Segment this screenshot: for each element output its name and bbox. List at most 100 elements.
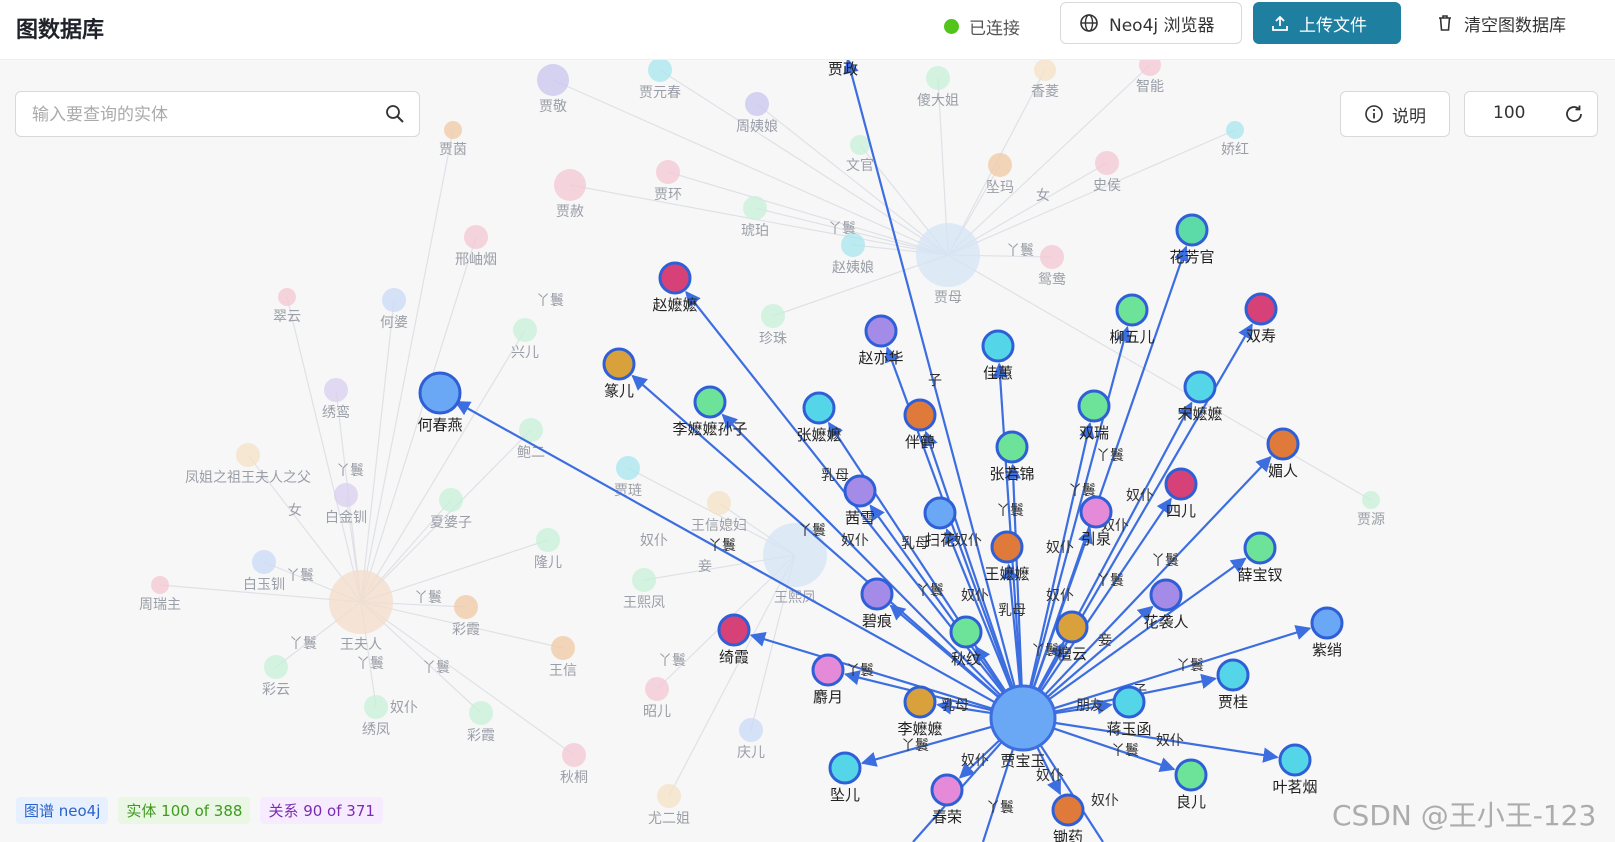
entity-node[interactable] bbox=[1266, 427, 1300, 461]
entity-node[interactable] bbox=[990, 530, 1024, 564]
faded-node-label: 贾元春 bbox=[639, 85, 681, 101]
entity-label: 花芳官 bbox=[1169, 248, 1214, 266]
entity-node[interactable] bbox=[1175, 213, 1209, 247]
faded-node bbox=[364, 695, 388, 719]
entity-label: 张嬷嬷 bbox=[796, 426, 841, 444]
entity-node[interactable] bbox=[903, 685, 937, 719]
entity-node[interactable] bbox=[949, 615, 983, 649]
relation-label: 奴仆 bbox=[961, 752, 989, 769]
entity-node[interactable] bbox=[843, 474, 877, 508]
entity-node[interactable] bbox=[1051, 793, 1085, 827]
entity-label: 伴鹤 bbox=[905, 433, 935, 451]
entity-search-box[interactable] bbox=[15, 91, 420, 137]
faded-node-label: 赵姨娘 bbox=[832, 260, 874, 276]
faded-edge bbox=[360, 129, 454, 603]
faded-graph-layer: 贾敬 贾元春周姨娘贾茵贾环贾赦 文官 傻大姐 香菱 智能娇红史侯 坠玛琥珀赵姨娘贾母 鸳鸯 邢岫… bbox=[139, 60, 1385, 827]
graph-svg[interactable]: 贾敬 贾元春周姨娘贾茵贾环贾赦 文官 傻大姐 香菱 智能娇红史侯 坠玛琥珀赵姨娘贾母 鸳鸯 邢岫… bbox=[0, 60, 1615, 842]
entity-node[interactable] bbox=[693, 385, 727, 419]
entity-node[interactable] bbox=[1310, 606, 1344, 640]
entity-count-badge: 实体 100 of 388 bbox=[118, 797, 251, 824]
entity-label: 叶茗烟 bbox=[1272, 778, 1317, 796]
neo4j-browser-button[interactable]: Neo4j 浏览器 bbox=[1060, 2, 1242, 44]
faded-edge-label: 女 bbox=[288, 502, 302, 519]
entity-node[interactable] bbox=[658, 261, 692, 295]
relation-label: 乳母 bbox=[941, 698, 969, 714]
faded-node-label: 贾茵 bbox=[439, 142, 467, 158]
entity-node[interactable] bbox=[1115, 293, 1149, 327]
entity-node[interactable] bbox=[802, 391, 836, 425]
entity-node[interactable] bbox=[1077, 389, 1111, 423]
relation-label: 奴仆 bbox=[1156, 732, 1184, 749]
help-button[interactable]: 说明 bbox=[1340, 91, 1450, 137]
faded-node-label: 史侯 bbox=[1093, 178, 1121, 194]
faded-node-label: 周姨娘 bbox=[736, 119, 778, 135]
node-limit-value[interactable]: 100 bbox=[1493, 103, 1525, 123]
entity-node[interactable] bbox=[602, 347, 636, 381]
status-dot-icon bbox=[944, 19, 959, 34]
hub-node[interactable] bbox=[989, 684, 1057, 752]
entity-label: 坠儿 bbox=[830, 786, 860, 804]
faded-node-label: 鲍二 bbox=[517, 445, 545, 461]
entity-node[interactable] bbox=[864, 314, 898, 348]
faded-node bbox=[464, 225, 488, 249]
entity-node[interactable] bbox=[981, 329, 1015, 363]
entity-node[interactable] bbox=[418, 371, 462, 415]
entity-node[interactable] bbox=[1149, 578, 1183, 612]
entity-node[interactable] bbox=[1278, 743, 1312, 777]
faded-node bbox=[1095, 151, 1119, 175]
search-input[interactable] bbox=[30, 101, 364, 129]
relation-label: 丫鬟 bbox=[916, 583, 944, 599]
graph-canvas[interactable]: 贾敬 贾元春 周姨娘 贾茵 贾环 贾赦 文官 傻大姐 香菱 智能 娇红 史侯 坠玛 琥珀 赵姨娘 贾母 鸳鸯 邢岫… bbox=[0, 60, 1615, 842]
relation-label: 子 bbox=[928, 373, 942, 389]
entity-node[interactable] bbox=[1112, 685, 1146, 719]
app-header: 图数据库 已连接 Neo4j 浏览器 上传文件 清空图数据库 bbox=[0, 0, 1615, 60]
entity-node[interactable] bbox=[1055, 610, 1089, 644]
entity-node[interactable] bbox=[1216, 658, 1250, 692]
entity-node[interactable] bbox=[923, 496, 957, 530]
faded-node-label: 何婆 bbox=[380, 315, 408, 331]
entity-label: 扫花 bbox=[925, 531, 955, 549]
faded-node-label: 王信 bbox=[549, 663, 577, 679]
faded-node-label: 贾母 bbox=[934, 290, 962, 306]
faded-node bbox=[554, 169, 586, 201]
entity-node[interactable] bbox=[1164, 467, 1198, 501]
entity-node[interactable] bbox=[828, 751, 862, 785]
entity-node[interactable] bbox=[717, 613, 751, 647]
relation-label: 丫鬟 bbox=[846, 663, 874, 679]
entity-node[interactable] bbox=[1244, 292, 1278, 326]
entity-node[interactable] bbox=[1079, 495, 1113, 529]
clear-database-button[interactable]: 清空图数据库 bbox=[1418, 2, 1600, 44]
entity-node[interactable] bbox=[930, 773, 964, 807]
relation-label: 丫鬟 bbox=[1176, 658, 1204, 674]
entity-label: 四儿 bbox=[1166, 502, 1196, 520]
connection-status: 已连接 bbox=[944, 14, 1020, 39]
faded-node-label: 白金钏 bbox=[325, 510, 367, 526]
entity-node[interactable] bbox=[860, 577, 894, 611]
watermark: CSDN @王小王-123 bbox=[1332, 799, 1597, 832]
faded-node-label: 绣鸾 bbox=[322, 404, 350, 421]
relation-label: 奴仆 bbox=[1046, 587, 1074, 604]
entity-node[interactable] bbox=[811, 653, 845, 687]
faded-node bbox=[536, 528, 560, 552]
upload-file-button[interactable]: 上传文件 bbox=[1253, 2, 1401, 44]
faded-edge-label: 丫鬟 bbox=[828, 221, 856, 237]
faded-node bbox=[334, 483, 358, 507]
faded-node-label: 鸳鸯 bbox=[1038, 272, 1066, 288]
node-limit-input[interactable]: 100 bbox=[1464, 91, 1598, 137]
faded-node bbox=[151, 576, 169, 594]
upload-file-label: 上传文件 bbox=[1299, 15, 1367, 36]
entity-node[interactable] bbox=[903, 398, 937, 432]
relation-label: 丫鬟 bbox=[901, 738, 929, 754]
refresh-icon[interactable] bbox=[1563, 103, 1585, 125]
search-icon[interactable] bbox=[385, 104, 405, 124]
entity-node[interactable] bbox=[1243, 531, 1277, 565]
entity-label: 赵亦华 bbox=[858, 349, 903, 367]
entity-node[interactable] bbox=[1174, 758, 1208, 792]
entity-node[interactable] bbox=[995, 430, 1029, 464]
faded-node-label: 娇红 bbox=[1221, 142, 1249, 158]
entity-label: 茜雪 bbox=[845, 509, 875, 527]
faded-node bbox=[562, 743, 586, 767]
faded-node-label: 彩云 bbox=[262, 682, 290, 698]
faded-node bbox=[1362, 491, 1380, 509]
entity-node[interactable] bbox=[1183, 370, 1217, 404]
